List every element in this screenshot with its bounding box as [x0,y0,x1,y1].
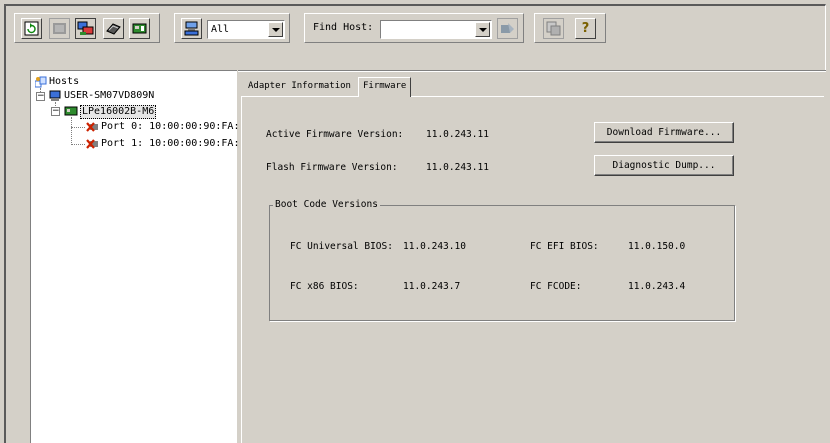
detail-pane: Adapter Information Firmware Active Firm… [238,70,826,443]
diagnostic-dump-button[interactable]: Diagnostic Dump... [594,155,734,176]
fc-efi-bios-value: 11.0.150.0 [628,241,686,252]
fabric-view-button[interactable] [103,18,124,39]
boot-code-versions-group: Boot Code Versions FC Universal BIOS: 11… [269,199,735,321]
hosts-root-icon [35,76,47,88]
reports-button[interactable] [543,18,564,39]
fc-universal-bios-value: 11.0.243.10 [403,241,466,252]
fc-x86-bios-label: FC x86 BIOS: [290,281,359,292]
help-icon: ? [581,21,590,36]
refresh-icon [24,21,39,36]
port-offline-icon [86,139,98,149]
firmware-panel: Active Firmware Version: 11.0.243.11 Fla… [241,96,824,443]
tree-root-label[interactable]: Hosts [49,76,79,88]
fc-universal-bios-label: FC Universal BIOS: [290,241,393,252]
grid-icon [53,23,66,34]
active-firmware-label: Active Firmware Version: [266,129,404,140]
tab-adapter-information[interactable]: Adapter Information [244,78,355,96]
toolbar-group-filter: All [174,13,290,43]
active-firmware-value: 11.0.243.11 [426,129,489,140]
find-host-button[interactable] [497,18,518,39]
chevron-down-icon[interactable] [475,22,490,37]
host-filter-combo[interactable]: All [207,20,285,39]
flash-firmware-label: Flash Firmware Version: [266,162,398,173]
disabled-view-button[interactable] [49,18,70,39]
toolbar-group-find: Find Host: [304,13,524,43]
fabric-icon [106,23,121,35]
chevron-down-icon[interactable] [268,22,283,37]
tree-host-label[interactable]: USER-SM07VD809N [64,90,154,102]
tree-port-1-label[interactable]: Port 1: 10:00:00:90:FA:E [101,138,246,150]
reports-icon [546,21,561,36]
fc-fcode-value: 11.0.243.4 [628,281,686,292]
adapter-view-button[interactable] [129,18,150,39]
download-firmware-button[interactable]: Download Firmware... [594,122,734,143]
fc-efi-bios-label: FC EFI BIOS: [530,241,599,252]
collapse-adapter-icon[interactable]: − [51,107,60,116]
adapter-card-icon [64,106,78,116]
tree-connector [71,127,85,128]
host-view-button[interactable] [75,18,96,39]
find-host-combo[interactable] [380,20,492,39]
tree-port-0-label[interactable]: Port 0: 10:00:00:90:FA:E [101,121,246,133]
fc-fcode-label: FC FCODE: [530,281,582,292]
tree-connector [71,144,85,145]
fc-x86-bios-value: 11.0.243.7 [403,281,461,292]
find-host-label: Find Host: [313,22,374,33]
host-computer-icon [49,90,61,101]
port-offline-icon [86,122,98,132]
tree-adapter-label[interactable]: LPe16002B-M6 [80,105,157,119]
host-group-button[interactable] [181,18,202,39]
host-group-icon [184,21,199,36]
toolbar-group-views [14,13,160,43]
pane-divider [238,70,826,72]
help-button[interactable]: ? [575,18,596,39]
host-tree[interactable]: Hosts − USER-SM07VD809N − LPe16002B-M6 P… [30,70,246,443]
host-filter-value: All [211,24,230,35]
tab-firmware[interactable]: Firmware [358,77,412,97]
refresh-button[interactable] [21,18,42,39]
toolbar: All Find Host: ? [14,13,814,43]
toolbar-group-help: ? [534,13,606,43]
collapse-host-icon[interactable]: − [36,92,45,101]
find-icon [501,23,514,33]
hosts-icon [77,21,94,35]
boot-code-versions-title: Boot Code Versions [273,199,380,210]
flash-firmware-value: 11.0.243.11 [426,162,489,173]
adapter-icon [132,23,147,34]
tree-connector [71,117,72,145]
